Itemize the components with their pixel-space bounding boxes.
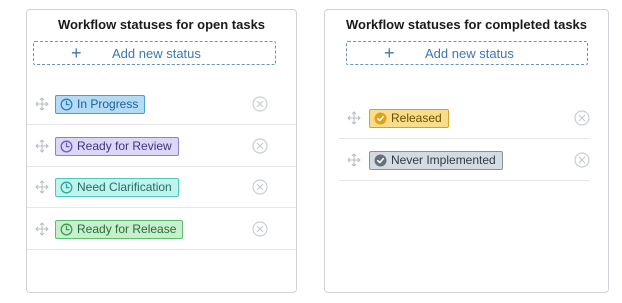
check-circle-icon [374, 112, 387, 125]
remove-status-icon[interactable] [252, 179, 268, 195]
status-label: Released [391, 111, 442, 125]
add-open-status-button[interactable]: + Add new status [33, 41, 276, 65]
open-panel-title: Workflow statuses for open tasks [57, 17, 266, 32]
open-statuses-panel: Workflow statuses for open tasks + Add n… [26, 9, 297, 293]
remove-status-icon[interactable] [252, 96, 268, 112]
plus-icon: + [384, 43, 395, 63]
status-label: Never Implemented [391, 152, 496, 167]
remove-status-icon[interactable] [252, 137, 268, 154]
status-badge[interactable]: Never Implemented [369, 150, 503, 170]
status-row: Need Clarification [27, 167, 296, 208]
drag-handle-icon[interactable] [347, 111, 361, 125]
status-badge[interactable]: Need Clarification [55, 178, 179, 197]
completed-panel-title: Workflow statuses for completed tasks [345, 17, 588, 32]
status-label: Need Clarification [77, 180, 172, 194]
remove-status-icon[interactable] [574, 110, 590, 126]
check-circle-icon [374, 154, 387, 167]
completed-statuses-panel: Workflow statuses for completed tasks + … [324, 9, 609, 293]
status-label: Ready for Review [77, 138, 172, 153]
clock-icon [60, 223, 73, 236]
remove-status-icon[interactable] [574, 151, 590, 168]
plus-icon: + [71, 43, 82, 63]
status-row: Ready for Release [27, 209, 296, 250]
status-badge[interactable]: In Progress [55, 95, 146, 114]
add-completed-status-button[interactable]: + Add new status [346, 41, 588, 65]
status-row: Released [339, 98, 590, 139]
drag-handle-icon[interactable] [35, 180, 49, 194]
status-badge[interactable]: Ready for Release [55, 219, 184, 239]
clock-icon [60, 98, 73, 111]
status-label: Ready for Release [77, 221, 177, 236]
status-label: In Progress [77, 97, 139, 111]
add-status-label: Add new status [425, 46, 514, 61]
drag-handle-icon[interactable] [35, 221, 49, 236]
status-row: Ready for Review [27, 126, 296, 167]
remove-status-icon[interactable] [252, 220, 268, 237]
status-row: In Progress [27, 84, 296, 125]
drag-handle-icon[interactable] [35, 97, 49, 111]
add-status-label: Add new status [112, 46, 201, 61]
clock-icon [60, 140, 73, 153]
status-badge[interactable]: Ready for Review [55, 136, 179, 156]
status-row: Never Implemented [339, 140, 590, 181]
status-badge[interactable]: Released [369, 109, 449, 128]
drag-handle-icon[interactable] [35, 138, 49, 153]
drag-handle-icon[interactable] [347, 152, 361, 167]
clock-icon [60, 181, 73, 194]
